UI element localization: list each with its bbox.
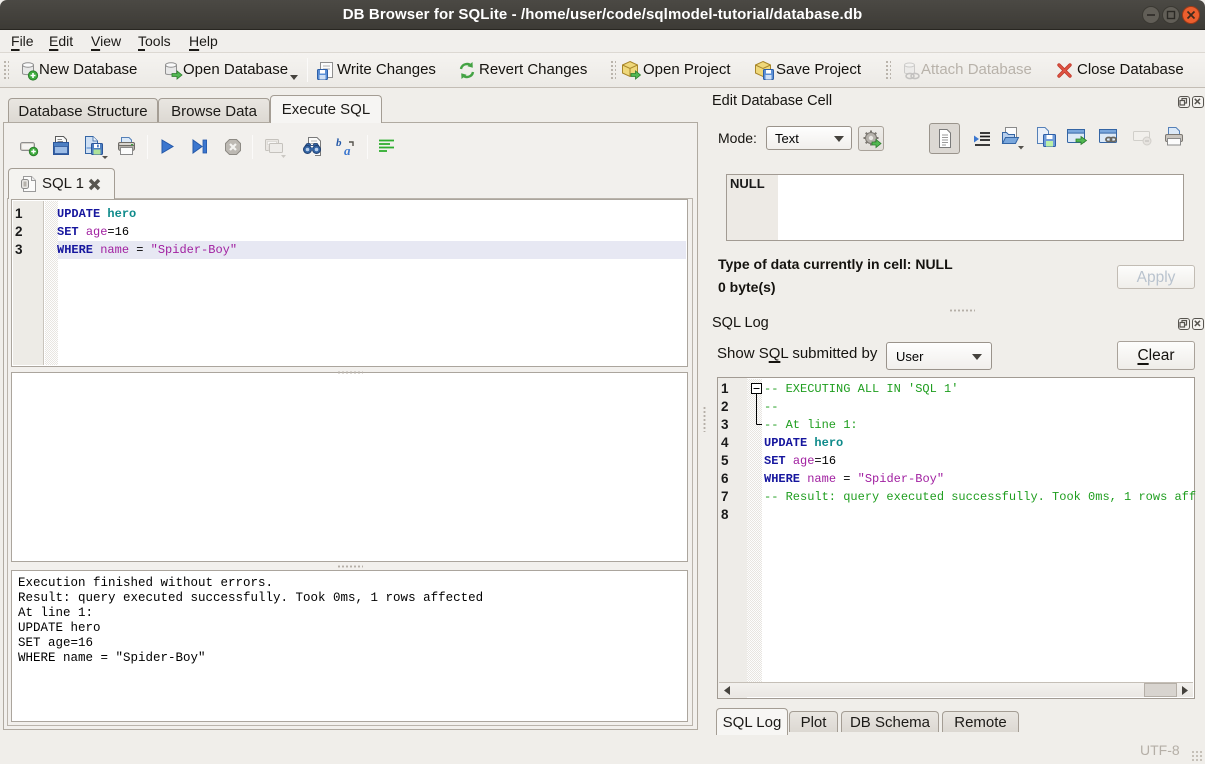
svg-text:b: b — [336, 137, 342, 149]
svg-text:a: a — [344, 143, 351, 157]
